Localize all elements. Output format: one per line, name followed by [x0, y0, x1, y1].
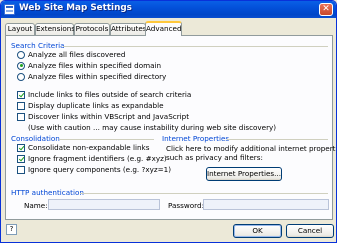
consolidation-rule — [59, 139, 154, 140]
radio-analyze-all[interactable]: Analyze all files discovered — [17, 50, 125, 59]
checkbox[interactable] — [17, 165, 25, 174]
internet-properties-title: Internet Properties — [162, 134, 230, 143]
radio-analyze-directory[interactable]: Analyze files within specified directory — [17, 72, 166, 81]
help-icon[interactable]: ? — [6, 224, 17, 235]
title-bar[interactable]: Web Site Map Settings ✕ — [1, 1, 336, 18]
advanced-panel: Search Criteria Analyze all files discov… — [5, 35, 336, 220]
app-icon — [4, 4, 15, 15]
checkbox-checked[interactable] — [17, 154, 25, 163]
name-label: Name: — [24, 201, 48, 210]
internet-properties-text-2: such as privacy and filters: — [166, 153, 263, 162]
dialog-window: Web Site Map Settings ✕ Layout Extension… — [0, 0, 337, 243]
caution-note: (Use with caution ... may cause instabil… — [28, 123, 277, 132]
tab-attributes[interactable]: Attributes — [110, 23, 146, 35]
password-label: Password: — [168, 201, 204, 210]
internet-properties-rule — [227, 139, 328, 140]
check-ignore-query[interactable]: Ignore query components (e.g. ?xyz=1) — [17, 165, 171, 174]
tab-extensions[interactable]: Extensions — [35, 23, 75, 35]
checkbox[interactable] — [17, 101, 25, 110]
radio-button[interactable] — [17, 50, 25, 59]
internet-properties-button[interactable]: Internet Properties... — [206, 167, 282, 181]
http-auth-rule — [80, 193, 328, 194]
checkbox-checked[interactable] — [17, 143, 25, 152]
tab-protocols[interactable]: Protocols — [74, 23, 110, 35]
check-ignore-fragments[interactable]: Ignore fragment identifiers (e.g. #xyz) — [17, 154, 167, 163]
cancel-button[interactable]: Cancel — [286, 224, 334, 238]
checkbox-checked[interactable] — [17, 90, 25, 99]
consolidation-title: Consolidation — [11, 134, 60, 143]
window-title: Web Site Map Settings — [19, 3, 132, 13]
check-consolidate-links[interactable]: Consolidate non-expandable links — [17, 143, 149, 152]
check-discover-script-links[interactable]: Discover links within VBScript and JavaS… — [17, 112, 189, 121]
close-button[interactable]: ✕ — [319, 3, 333, 16]
password-input[interactable] — [203, 199, 329, 210]
internet-properties-text-1: Click here to modify additional internet… — [166, 144, 337, 153]
tab-advanced[interactable]: Advanced — [145, 21, 182, 36]
http-auth-title: HTTP authentication — [11, 188, 84, 197]
tab-layout[interactable]: Layout — [5, 23, 35, 35]
radio-button-selected[interactable] — [17, 61, 25, 70]
check-duplicate-links[interactable]: Display duplicate links as expandable — [17, 101, 164, 110]
search-criteria-rule — [63, 46, 328, 47]
check-include-outside-links[interactable]: Include links to files outside of search… — [17, 90, 191, 99]
name-input[interactable] — [48, 199, 160, 210]
search-criteria-title: Search Criteria — [11, 41, 65, 50]
radio-button[interactable] — [17, 72, 25, 81]
ok-button[interactable]: OK — [233, 224, 282, 238]
checkbox[interactable] — [17, 112, 25, 121]
radio-analyze-domain[interactable]: Analyze files within specified domain — [17, 61, 161, 70]
